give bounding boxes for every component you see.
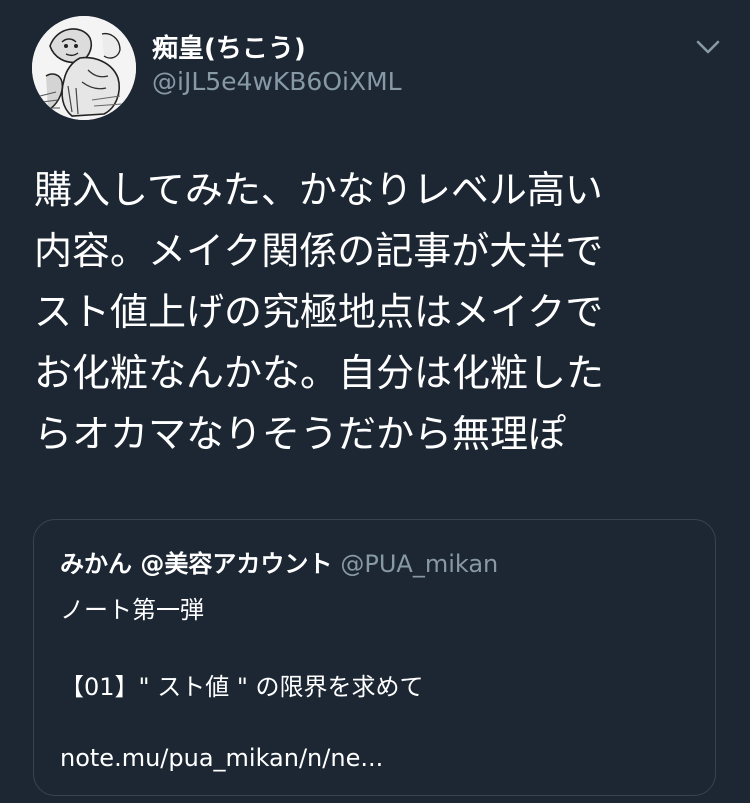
quoted-tweet-header: みかん @美容アカウント @PUA_mikan (60, 544, 498, 579)
tweet-text-line: らオカマなりそうだから無理ぽ (34, 412, 567, 456)
tweet-text-line: 内容。メイク関係の記事が大半で (34, 229, 604, 273)
author-display-name[interactable]: 痴皇(ちこう) (152, 28, 306, 65)
quoted-tweet-line: 【01】" スト値 " の限界を求めて (60, 673, 424, 701)
quoted-author-name: みかん @美容アカウント (60, 550, 333, 578)
author-handle[interactable]: @iJL5e4wKB6OiXML (152, 67, 402, 96)
chevron-down-icon (696, 40, 720, 54)
quoted-tweet-link[interactable]: note.mu/pua_mikan/n/ne... (60, 744, 383, 772)
quoted-tweet-card[interactable]: みかん @美容アカウント @PUA_mikan ノート第一弾 【01】" スト値 … (33, 519, 716, 796)
manga-wrestler-avatar-icon (32, 16, 136, 120)
quoted-tweet-line: ノート第一弾 (60, 596, 204, 624)
quoted-author-handle: @PUA_mikan (340, 550, 499, 578)
tweet-text-line: お化粧なんかな。自分は化粧した (34, 351, 605, 395)
tweet-text-line: スト値上げの究極地点はメイクで (34, 290, 604, 334)
tweet-text: 購入してみた、かなりレベル高い 内容。メイク関係の記事が大半で スト値上げの究極… (34, 160, 724, 465)
tweet-menu-button[interactable] (690, 32, 726, 62)
tweet-text-line: 購入してみた、かなりレベル高い (34, 168, 603, 212)
author-avatar[interactable] (32, 16, 136, 120)
